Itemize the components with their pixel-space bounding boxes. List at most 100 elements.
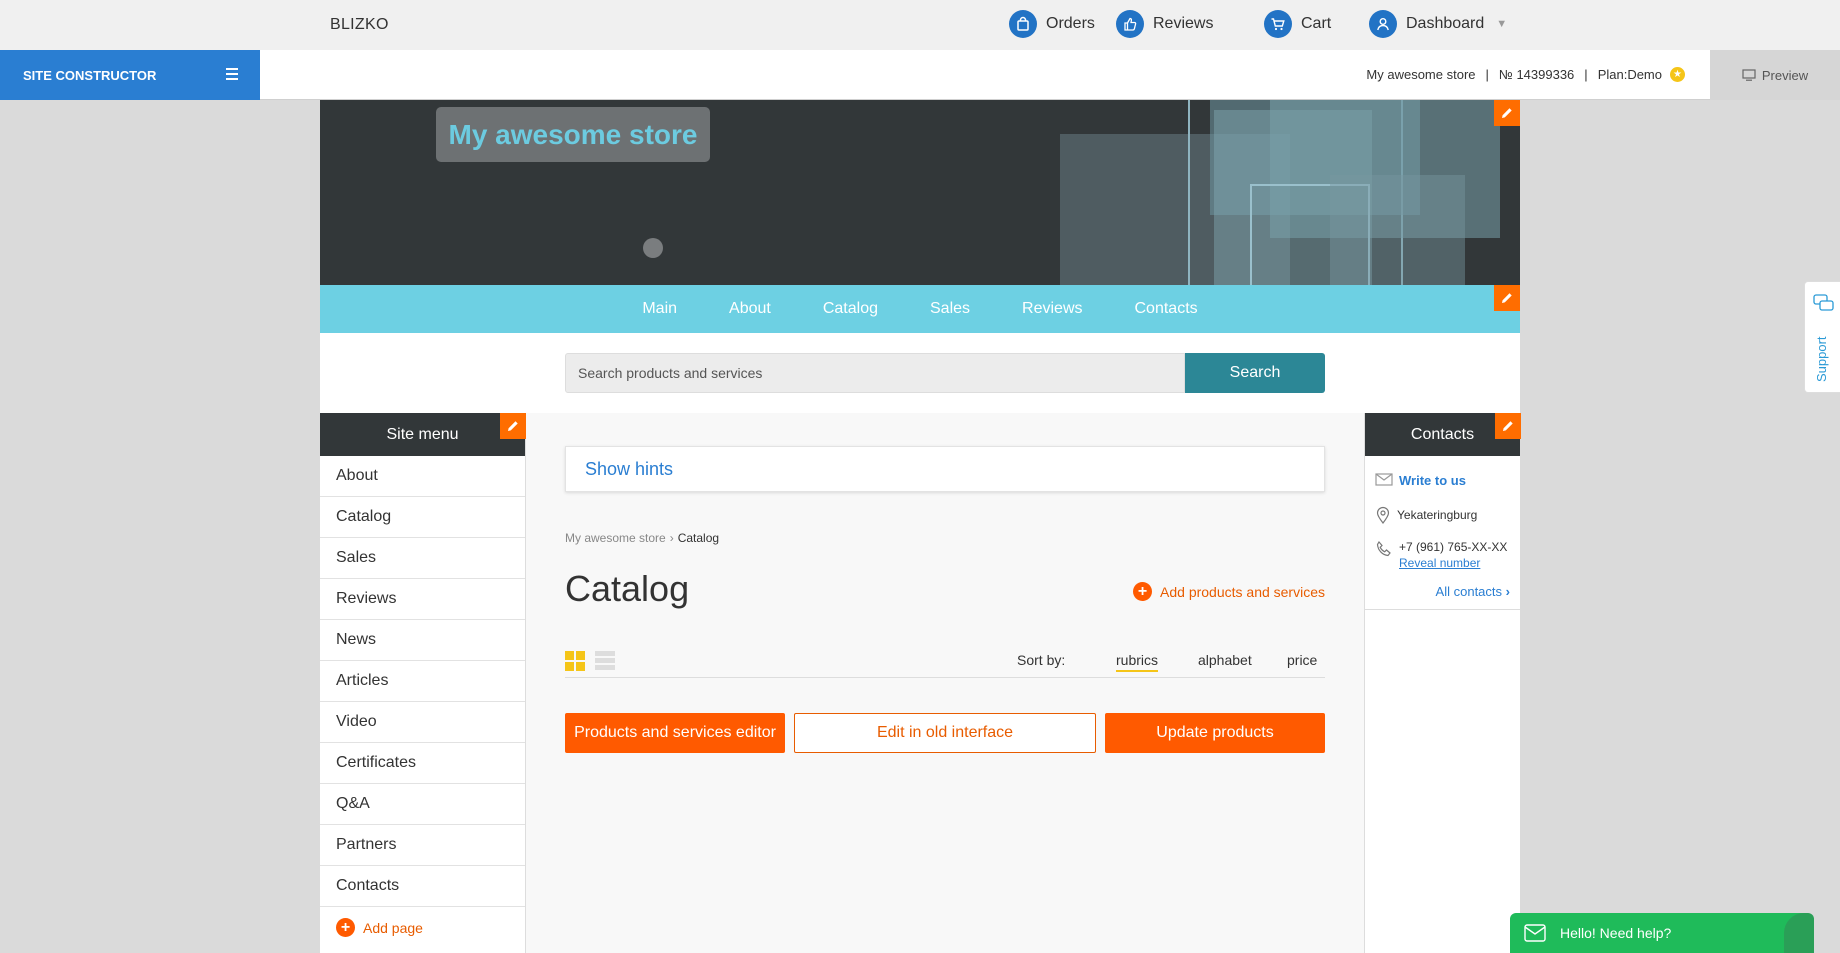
site-menu-title: Site menu <box>386 425 459 443</box>
store-name: My awesome store <box>1366 67 1476 82</box>
slider-dot[interactable] <box>643 238 663 258</box>
star-icon: ★ <box>1670 67 1685 82</box>
chat-label: Hello! Need help? <box>1560 925 1672 941</box>
menu-item-partners[interactable]: Partners <box>320 825 525 866</box>
search-input[interactable]: Search products and services <box>565 353 1185 393</box>
phone-number: +7 (961) 765-XX-XX <box>1399 540 1508 554</box>
edit-site-menu-button[interactable] <box>500 413 526 439</box>
site-menu-header: Site menu <box>320 413 526 456</box>
preview-button[interactable]: Preview <box>1710 50 1840 100</box>
site-constructor-button[interactable]: SITE CONSTRUCTOR <box>0 50 260 100</box>
pencil-icon <box>1502 293 1512 303</box>
store-number: № 14399336 <box>1498 67 1575 82</box>
top-bar: BLIZKO Orders Reviews Cart Dashboard ▼ <box>0 0 1840 50</box>
sort-option-alphabet[interactable]: alphabet <box>1198 652 1252 668</box>
breadcrumb-current: Catalog <box>677 531 720 545</box>
menu-item-about[interactable]: About <box>320 456 525 497</box>
menu-item-qa[interactable]: Q&A <box>320 784 525 825</box>
menu-item-sales[interactable]: Sales <box>320 538 525 579</box>
map-pin-icon <box>1376 506 1390 524</box>
edit-navigation-button[interactable] <box>1494 285 1520 311</box>
contacts-header: Contacts <box>1365 413 1521 456</box>
menu-item-contacts[interactable]: Contacts <box>320 866 525 907</box>
nav-item-catalog[interactable]: Catalog <box>823 300 878 318</box>
chevron-down-icon: ▼ <box>1496 18 1508 30</box>
edit-old-interface-button[interactable]: Edit in old interface <box>794 713 1096 753</box>
search-row: Search products and services Search <box>320 333 1520 413</box>
reviews-label: Reviews <box>1153 15 1214 32</box>
nav-item-about[interactable]: About <box>729 300 771 318</box>
nav-item-reviews[interactable]: Reviews <box>1022 300 1082 318</box>
mail-icon <box>1524 924 1546 942</box>
menu-item-video[interactable]: Video <box>320 702 525 743</box>
add-products-label: Add products and services <box>1160 583 1325 600</box>
plus-icon: + <box>336 918 355 937</box>
menu-item-news[interactable]: News <box>320 620 525 661</box>
reviews-link[interactable]: Reviews <box>1116 10 1213 38</box>
store-info: My awesome store | № 14399336 | Plan:Dem… <box>1366 67 1685 82</box>
show-hints-button[interactable]: Show hints <box>565 446 1325 492</box>
add-products-link[interactable]: + Add products and services <box>1133 582 1325 601</box>
orders-label: Orders <box>1046 15 1095 32</box>
dashboard-menu[interactable]: Dashboard ▼ <box>1369 10 1507 38</box>
cart-icon <box>1264 10 1292 38</box>
menu-item-catalog[interactable]: Catalog <box>320 497 525 538</box>
plus-icon: + <box>1133 582 1153 601</box>
contacts-title: Contacts <box>1410 425 1475 443</box>
cart-label: Cart <box>1301 15 1332 32</box>
site-constructor-label: SITE CONSTRUCTOR <box>23 67 157 83</box>
orders-link[interactable]: Orders <box>1009 10 1095 38</box>
mail-icon <box>1375 473 1393 486</box>
breadcrumb-home[interactable]: My awesome store <box>565 531 666 545</box>
add-page-label: Add page <box>363 919 423 936</box>
cart-link[interactable]: Cart <box>1264 10 1331 38</box>
brand-logo[interactable]: BLIZKO <box>330 16 389 34</box>
site-canvas: My awesome store Main About Catalog Sale… <box>320 100 1521 953</box>
sort-label: Sort by: <box>1017 652 1066 668</box>
support-label: Support <box>1814 336 1829 382</box>
shopping-bag-icon <box>1009 10 1037 38</box>
pencil-icon <box>508 421 518 431</box>
menu-item-articles[interactable]: Articles <box>320 661 525 702</box>
breadcrumb: My awesome store › Catalog <box>565 531 719 545</box>
chevron-right-icon: › <box>1505 584 1510 599</box>
list-view-icon[interactable] <box>595 651 615 671</box>
chevron-right-icon: › <box>669 531 674 545</box>
contacts-panel: Contacts Write to us Yekateringburg +7 (… <box>1364 413 1521 953</box>
nav-item-sales[interactable]: Sales <box>930 300 970 318</box>
edit-contacts-button[interactable] <box>1495 413 1521 439</box>
grid-view-icon[interactable] <box>565 651 585 671</box>
header-banner: My awesome store <box>320 100 1520 285</box>
pencil-icon <box>1503 421 1513 431</box>
reveal-number-link[interactable]: Reveal number <box>1399 556 1507 570</box>
search-button[interactable]: Search <box>1185 353 1325 393</box>
sort-toolbar: Sort by: rubrics alphabet price <box>565 643 1325 678</box>
all-contacts-link[interactable]: All contacts › <box>1365 584 1520 599</box>
site-navigation: Main About Catalog Sales Reviews Contact… <box>320 285 1520 333</box>
update-products-button[interactable]: Update products <box>1105 713 1325 753</box>
sort-option-price[interactable]: price <box>1287 652 1317 668</box>
nav-item-main[interactable]: Main <box>642 300 677 318</box>
write-to-us-row[interactable]: Write to us <box>1365 473 1520 488</box>
hamburger-menu-icon[interactable] <box>226 68 240 82</box>
products-editor-button[interactable]: Products and services editor <box>565 713 785 753</box>
add-page-button[interactable]: + Add page <box>320 907 525 948</box>
location-row: Yekateringburg <box>1365 506 1520 524</box>
contacts-block: Contacts Write to us Yekateringburg +7 (… <box>1365 413 1521 610</box>
chat-widget[interactable]: Hello! Need help? <box>1510 913 1810 953</box>
all-contacts-label: All contacts <box>1435 584 1503 599</box>
chat-avatar[interactable] <box>1784 913 1814 953</box>
preview-label: Preview <box>1761 67 1809 83</box>
menu-item-certificates[interactable]: Certificates <box>320 743 525 784</box>
store-logo[interactable]: My awesome store <box>436 107 710 162</box>
plan-label[interactable]: Plan:Demo <box>1598 67 1662 82</box>
support-tab[interactable]: Support <box>1804 281 1840 393</box>
phone-icon <box>1376 540 1391 557</box>
write-to-us-link[interactable]: Write to us <box>1399 473 1466 488</box>
sort-option-rubrics[interactable]: rubrics <box>1116 652 1159 672</box>
edit-header-button[interactable] <box>1494 100 1520 126</box>
nav-item-contacts[interactable]: Contacts <box>1135 300 1198 318</box>
dashboard-label: Dashboard <box>1406 15 1485 32</box>
menu-item-reviews[interactable]: Reviews <box>320 579 525 620</box>
thumbs-up-icon <box>1116 10 1144 38</box>
